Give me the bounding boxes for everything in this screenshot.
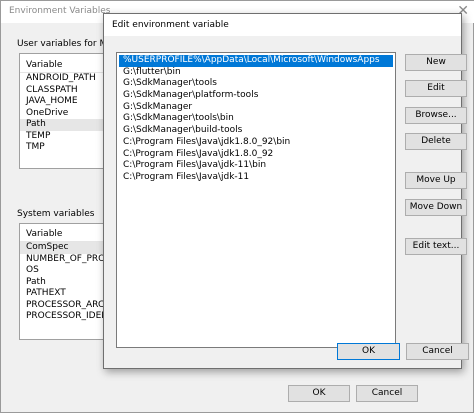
ok-button[interactable]: OK	[288, 385, 350, 402]
delete-button[interactable]: Delete	[405, 133, 467, 150]
user-variable-row[interactable]: CLASSPATH	[20, 85, 110, 97]
user-variable-row[interactable]: OneDrive	[20, 108, 110, 120]
edit-text-button[interactable]: Edit text...	[405, 238, 467, 255]
system-variable-row[interactable]: PATHEXT	[20, 288, 110, 300]
column-header-variable[interactable]: Variable	[20, 227, 110, 242]
user-variable-row[interactable]: ANDROID_PATH	[20, 73, 110, 85]
path-entry-row[interactable]: C:\Program Files\Java\jdk1.8.0_92\bin	[117, 137, 395, 149]
path-entry-row[interactable]: C:\Program Files\Java\jdk1.8.0_92	[117, 149, 395, 161]
window-title: Environment Variables	[9, 6, 111, 16]
dialog-ok-button[interactable]: OK	[337, 343, 400, 360]
path-entries-list[interactable]: %USERPROFILE%\AppData\Local\Microsoft\Wi…	[116, 52, 396, 348]
browse-button[interactable]: Browse...	[405, 107, 467, 124]
system-variable-row[interactable]: ComSpec	[20, 242, 110, 254]
system-variables-list[interactable]: Variable ComSpecNUMBER_OF_PROCESOSPathPA…	[19, 223, 111, 340]
user-variable-row[interactable]: JAVA_HOME	[20, 96, 110, 108]
system-variables-label: System variables	[17, 209, 95, 219]
column-header-variable[interactable]: Variable	[20, 58, 110, 73]
path-entry-row[interactable]: G:\SdkManager	[117, 102, 395, 114]
path-entry-row[interactable]: G:\SdkManager\tools\bin	[117, 113, 395, 125]
path-entry-row[interactable]: G:\flutter\bin	[117, 67, 395, 79]
system-variable-row[interactable]: PROCESSOR_ARCHIT	[20, 300, 110, 312]
path-entry-row[interactable]: G:\SdkManager\tools	[117, 78, 395, 90]
system-variable-row[interactable]: OS	[20, 265, 110, 277]
move-up-button[interactable]: Move Up	[405, 172, 467, 189]
user-variable-row[interactable]: TMP	[20, 142, 110, 154]
system-variable-row[interactable]: NUMBER_OF_PROCES	[20, 254, 110, 266]
path-entry-row[interactable]: %USERPROFILE%\AppData\Local\Microsoft\Wi…	[119, 55, 393, 67]
dialog-title-bar: Edit environment variable	[104, 14, 461, 36]
cancel-button[interactable]: Cancel	[356, 385, 418, 402]
user-variables-list[interactable]: Variable ANDROID_PATH CLASSPATH JAVA_HOME O…	[19, 53, 111, 169]
path-entry-row[interactable]: C:\Program Files\Java\jdk-11\bin	[117, 160, 395, 172]
dialog-title: Edit environment variable	[112, 20, 229, 30]
dialog-cancel-button[interactable]: Cancel	[406, 343, 469, 360]
move-down-button[interactable]: Move Down	[405, 199, 467, 216]
edit-environment-variable-dialog: Edit environment variable %USERPROFILE%\…	[103, 13, 469, 369]
path-entry-row[interactable]: G:\SdkManager\build-tools	[117, 125, 395, 137]
system-variable-row[interactable]: Path	[20, 277, 110, 289]
path-entry-row[interactable]: C:\Program Files\Java\jdk-11	[117, 172, 395, 184]
new-button[interactable]: New	[405, 54, 467, 71]
user-variable-row[interactable]: TEMP	[20, 131, 110, 143]
system-variable-row[interactable]: PROCESSOR_IDENTIF	[20, 311, 110, 323]
user-variable-row[interactable]: Path	[20, 119, 110, 131]
edit-button[interactable]: Edit	[405, 80, 467, 97]
path-entry-row[interactable]: G:\SdkManager\platform-tools	[117, 90, 395, 102]
